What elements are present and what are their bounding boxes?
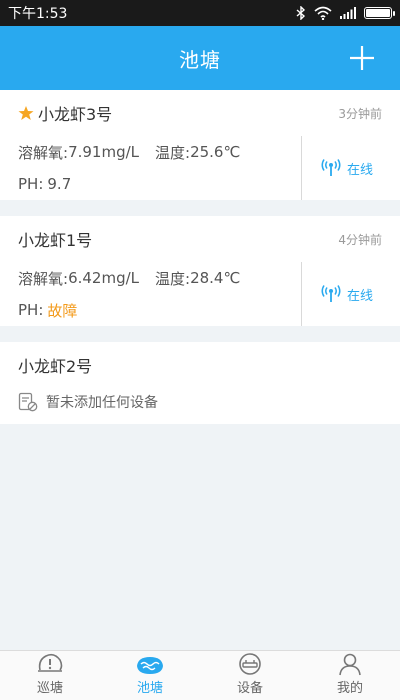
tab-label: 我的 [336, 681, 363, 696]
pond-card-body: 溶解氧: 6.42mg/L 温度: 28.4℃ PH: 故障 在线 [18, 262, 382, 326]
pond-name: 小龙虾2号 [18, 353, 92, 377]
status-time: 下午1:53 [8, 6, 68, 22]
temp-value: 25.6℃ [190, 143, 241, 161]
status-icons [296, 6, 395, 20]
pond-card-header: 小龙虾3号 3分钟前 [18, 90, 382, 136]
empty-device-row: 暂未添加任何设备 [18, 388, 382, 416]
metrics: 溶解氧: 7.91mg/L 温度: 25.6℃ PH: 9.7 [18, 136, 301, 200]
pond-name: 小龙虾3号 [18, 101, 112, 125]
app-header: 池塘 [0, 26, 400, 90]
status-text: 在线 [346, 162, 373, 178]
pond-name-label: 小龙虾1号 [18, 231, 93, 250]
signal-icon [340, 7, 356, 19]
metric-row: PH: 9.7 [18, 168, 301, 200]
status-bar: 下午1:53 [0, 0, 400, 26]
battery-icon [364, 7, 395, 19]
bottom-tab-bar: 巡塘 池塘 设备 我的 [0, 650, 400, 700]
tab-label: 池塘 [136, 681, 163, 696]
online-status: 在线 [312, 262, 382, 326]
divider [301, 136, 302, 200]
tab-label: 巡塘 [36, 681, 63, 696]
add-pond-button[interactable] [342, 38, 382, 78]
metrics: 溶解氧: 6.42mg/L 温度: 28.4℃ PH: 故障 [18, 262, 301, 326]
temp-label: 温度: [155, 143, 191, 162]
plus-icon [350, 46, 374, 70]
tab-device[interactable]: 设备 [200, 651, 300, 700]
bluetooth-icon [296, 6, 306, 20]
pond-card-body: 溶解氧: 7.91mg/L 温度: 25.6℃ PH: 9.7 在线 [18, 136, 382, 200]
oxygen-label: 溶解氧: [18, 143, 69, 162]
pond-name-label: 小龙虾3号 [38, 105, 113, 124]
metric-row: PH: 故障 [18, 294, 301, 326]
divider [301, 262, 302, 326]
pond-icon [137, 657, 163, 674]
oxygen-value: 6.42mg/L [68, 269, 140, 287]
status-text: 在线 [346, 288, 373, 304]
patrol-icon [38, 653, 63, 672]
ph-fault-value: 故障 [47, 301, 78, 320]
tab-mine[interactable]: 我的 [300, 651, 400, 700]
tab-patrol[interactable]: 巡塘 [0, 651, 100, 700]
tab-pond[interactable]: 池塘 [100, 651, 200, 700]
pond-name: 小龙虾1号 [18, 227, 92, 251]
antenna-icon [321, 159, 341, 176]
metric-row: 溶解氧: 6.42mg/L 温度: 28.4℃ [18, 262, 301, 294]
oxygen-label: 溶解氧: [18, 269, 69, 288]
oxygen-value: 7.91mg/L [68, 143, 140, 161]
star-icon [18, 106, 34, 120]
empty-text: 暂未添加任何设备 [46, 395, 158, 411]
temp-label: 温度: [155, 269, 191, 288]
user-icon [339, 653, 361, 676]
pond-card-header: 小龙虾2号 [18, 342, 382, 388]
pond-list: 小龙虾3号 3分钟前 溶解氧: 7.91mg/L 温度: 25.6℃ PH: 9… [0, 90, 400, 424]
wifi-icon [314, 6, 332, 20]
update-time: 4分钟前 [338, 232, 382, 247]
pond-card[interactable]: 小龙虾2号 暂未添加任何设备 [0, 342, 400, 424]
metric-row: 溶解氧: 7.91mg/L 温度: 25.6℃ [18, 136, 301, 168]
pond-card-header: 小龙虾1号 4分钟前 [18, 216, 382, 262]
pond-card[interactable]: 小龙虾1号 4分钟前 溶解氧: 6.42mg/L 温度: 28.4℃ PH: 故… [0, 216, 400, 326]
no-device-icon [18, 392, 38, 412]
update-time: 3分钟前 [338, 106, 382, 121]
temp-value: 28.4℃ [190, 269, 241, 287]
tab-label: 设备 [236, 681, 263, 696]
page-title: 池塘 [179, 47, 221, 72]
ph-label: PH: [18, 301, 44, 319]
online-status: 在线 [312, 136, 382, 200]
ph-value: 9.7 [47, 175, 72, 193]
pond-name-label: 小龙虾2号 [18, 357, 93, 376]
device-icon [239, 653, 261, 675]
ph-label: PH: [18, 175, 44, 193]
pond-card[interactable]: 小龙虾3号 3分钟前 溶解氧: 7.91mg/L 温度: 25.6℃ PH: 9… [0, 90, 400, 200]
antenna-icon [321, 285, 341, 302]
